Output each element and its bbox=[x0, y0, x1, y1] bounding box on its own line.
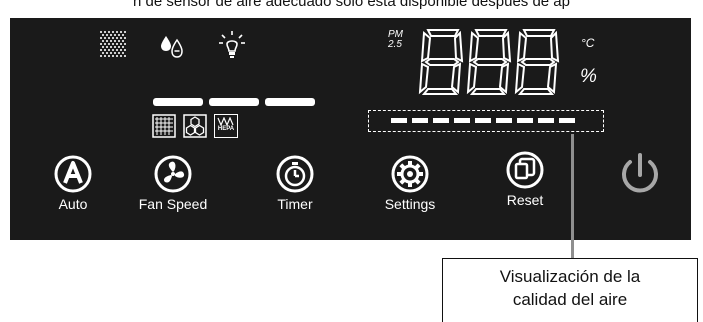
hepa-filter-icon: HEPA bbox=[214, 114, 238, 138]
gear-icon bbox=[391, 155, 429, 193]
timer-label: Timer bbox=[277, 196, 313, 212]
control-panel: HEPA PM 2.5 °C % Auto Fan Speed Timer Se… bbox=[10, 18, 691, 240]
water-drop-icon bbox=[161, 36, 183, 58]
stopwatch-icon bbox=[276, 155, 314, 193]
unit-celsius: °C bbox=[581, 36, 595, 50]
top-caption-text: n de sensor de aire adecuado sólo está d… bbox=[133, 0, 570, 10]
settings-label: Settings bbox=[384, 196, 436, 212]
unit-percent: % bbox=[580, 66, 597, 87]
air-quality-bar bbox=[475, 118, 491, 123]
power-icon bbox=[622, 153, 658, 193]
callout-line1: Visualización de la bbox=[499, 267, 641, 286]
air-quality-bar bbox=[559, 118, 575, 123]
segment-display-digits bbox=[418, 29, 560, 95]
fan-icon bbox=[154, 155, 192, 193]
pre-filter-icon bbox=[152, 114, 176, 138]
copy-reset-icon bbox=[506, 151, 544, 189]
fan-speed-button[interactable]: Fan Speed bbox=[128, 154, 218, 212]
pm-label-bottom: 2.5 bbox=[388, 39, 402, 50]
settings-button[interactable]: Settings bbox=[365, 154, 455, 212]
callout-line bbox=[571, 134, 574, 260]
air-quality-bar bbox=[496, 118, 512, 123]
light-bulb-icon bbox=[219, 31, 245, 58]
hepa-label: HEPA bbox=[217, 126, 235, 132]
segment-display bbox=[418, 26, 568, 96]
callout-line2: calidad del aire bbox=[512, 290, 628, 309]
air-quality-bar bbox=[538, 118, 554, 123]
carbon-filter-icon bbox=[183, 114, 207, 138]
reset-label: Reset bbox=[506, 192, 544, 208]
air-quality-bar bbox=[454, 118, 470, 123]
power-button[interactable] bbox=[595, 150, 685, 200]
fan-speed-label: Fan Speed bbox=[138, 196, 208, 212]
pm-label: PM 2.5 bbox=[388, 30, 403, 50]
air-quality-bar bbox=[433, 118, 449, 123]
air-quality-bar bbox=[412, 118, 428, 123]
air-quality-bar bbox=[517, 118, 533, 123]
fan-level-segment-3 bbox=[265, 98, 315, 106]
timer-button[interactable]: Timer bbox=[250, 154, 340, 212]
auto-a-icon bbox=[54, 155, 92, 193]
auto-label: Auto bbox=[58, 196, 88, 212]
fan-level-segment-2 bbox=[209, 98, 259, 106]
callout-box: Visualización de la calidad del aire bbox=[442, 258, 698, 322]
reset-button[interactable]: Reset bbox=[480, 150, 570, 208]
dust-grid-icon bbox=[100, 31, 126, 57]
auto-button[interactable]: Auto bbox=[28, 154, 118, 212]
air-quality-indicator bbox=[368, 110, 604, 132]
air-quality-bar bbox=[391, 118, 407, 123]
fan-level-segment-1 bbox=[153, 98, 203, 106]
